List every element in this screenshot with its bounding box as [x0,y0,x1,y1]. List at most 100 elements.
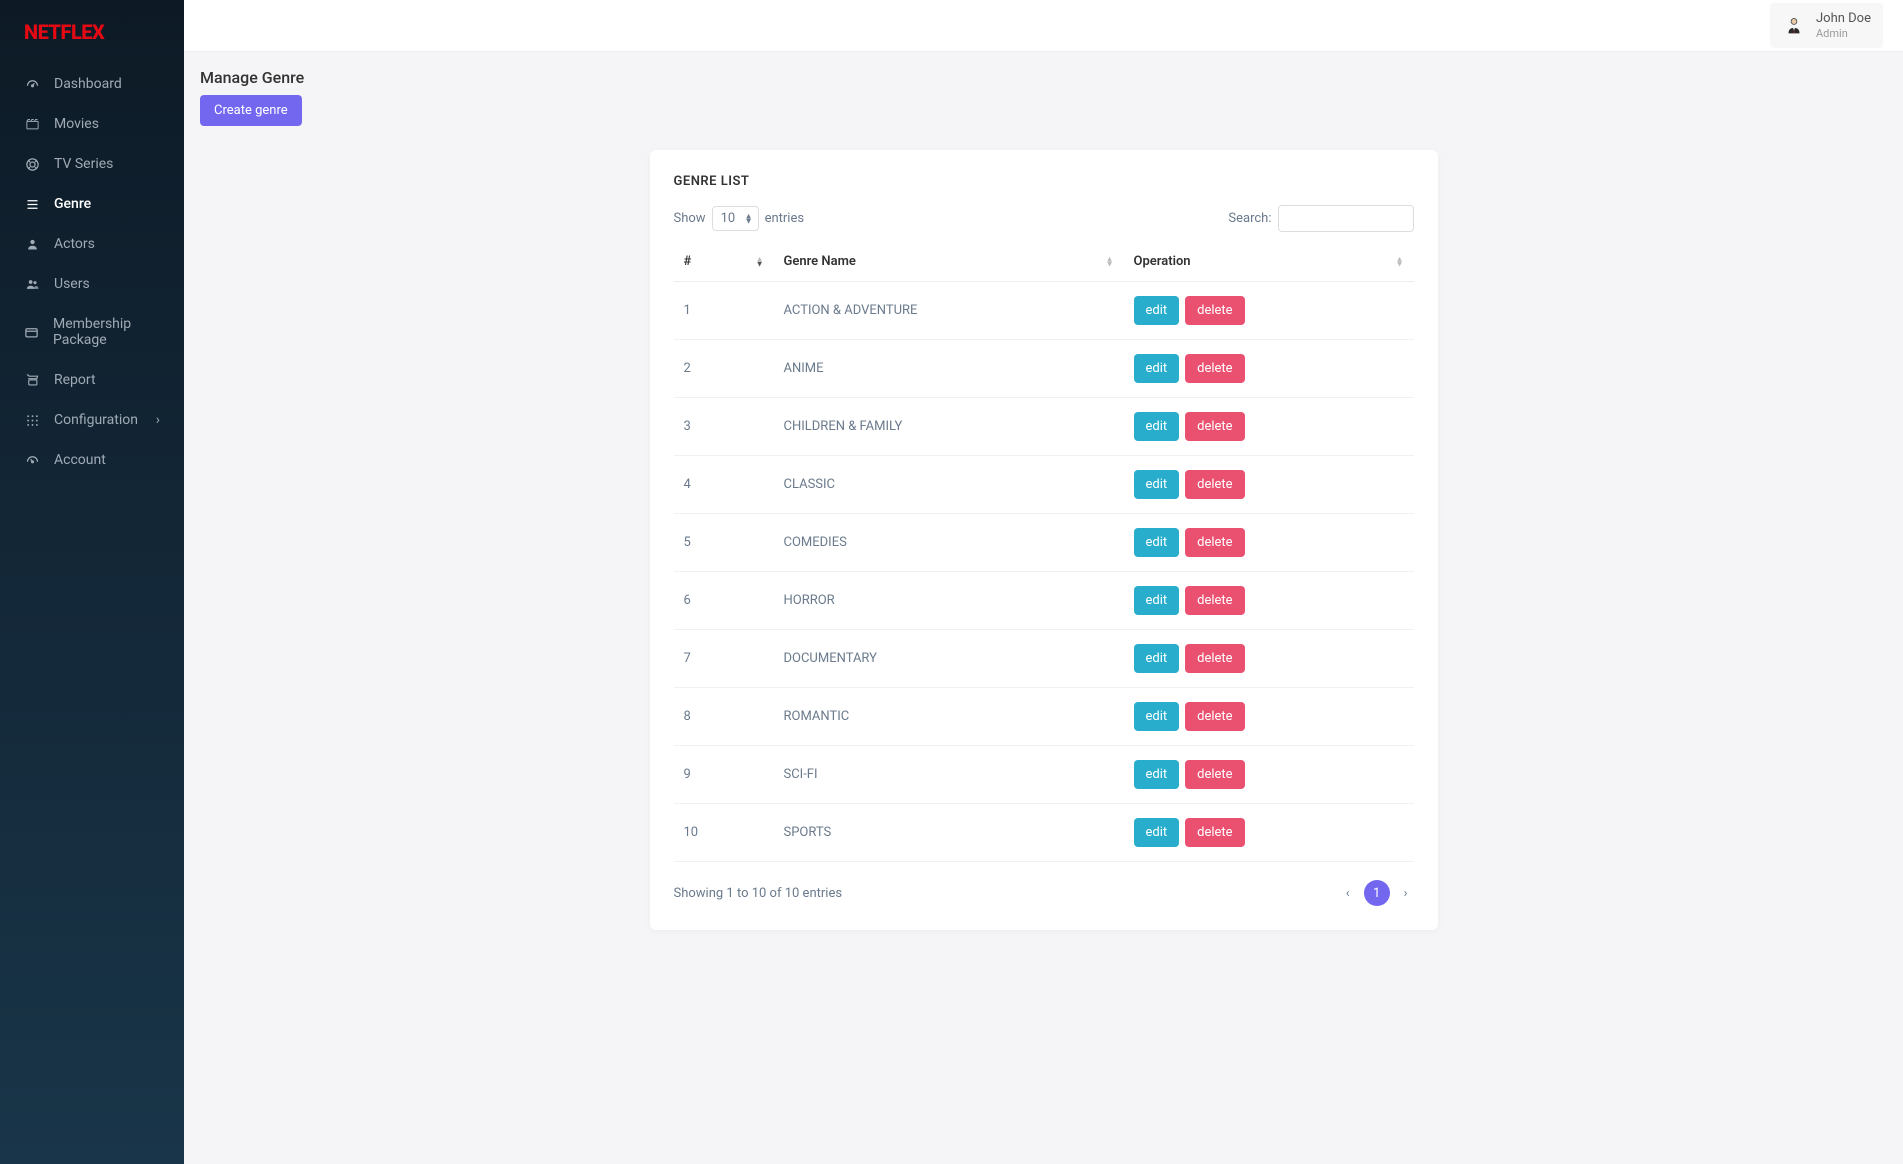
sidebar-item-dashboard[interactable]: Dashboard [0,64,184,104]
user-name: John Doe [1816,11,1871,27]
row-operation: editdelete [1124,514,1414,572]
row-operation: editdelete [1124,746,1414,804]
sidebar-item-label: Actors [54,236,95,252]
sidebar-item-configuration[interactable]: Configuration › [0,400,184,440]
sidebar-item-actors[interactable]: Actors [0,224,184,264]
row-genre-name: DOCUMENTARY [774,630,1124,688]
search-input[interactable] [1278,205,1414,232]
tvseries-icon [24,156,40,172]
content: Manage Genre Create genre GENRE LIST Sho… [184,52,1903,946]
delete-button[interactable]: delete [1185,818,1244,847]
column-header-operation[interactable]: Operation ▲▼ [1124,242,1414,282]
delete-button[interactable]: delete [1185,412,1244,441]
table-row: 4CLASSICeditdelete [674,456,1414,514]
delete-button[interactable]: delete [1185,760,1244,789]
actors-icon [24,236,40,252]
delete-button[interactable]: delete [1185,296,1244,325]
row-operation: editdelete [1124,688,1414,746]
sidebar-item-label: Report [54,372,96,388]
page-number-button[interactable]: 1 [1364,880,1390,906]
sort-icon: ▲▼ [756,256,764,267]
report-icon [24,372,40,388]
sidebar-item-users[interactable]: Users [0,264,184,304]
length-select[interactable]: 10 [712,206,759,231]
table-row: 7DOCUMENTARYeditdelete [674,630,1414,688]
next-page-button[interactable]: › [1398,886,1414,901]
sidebar: NETFLEX Dashboard MoviesTV SeriesGenre Act… [0,0,184,1164]
table-row: 8ROMANTICeditdelete [674,688,1414,746]
edit-button[interactable]: edit [1134,470,1180,499]
genre-icon [24,196,40,212]
sidebar-item-membership[interactable]: Membership Package [0,304,184,360]
dashboard-icon [24,76,40,92]
account-icon [24,452,40,468]
table-row: 3CHILDREN & FAMILYeditdelete [674,398,1414,456]
sidebar-item-label: Account [54,452,106,468]
genre-table: # ▲▼ Genre Name ▲▼ Operation ▲▼ [674,242,1414,862]
delete-button[interactable]: delete [1185,702,1244,731]
length-control: Show 10 ▲▼ entries [674,206,805,231]
row-number: 5 [674,514,774,572]
sort-icon: ▲▼ [1106,256,1114,267]
table-footer: Showing 1 to 10 of 10 entries ‹ 1 › [674,880,1414,906]
page-title: Manage Genre [200,68,1887,87]
edit-button[interactable]: edit [1134,702,1180,731]
row-operation: editdelete [1124,398,1414,456]
column-header-name[interactable]: Genre Name ▲▼ [774,242,1124,282]
row-genre-name: ACTION & ADVENTURE [774,282,1124,340]
edit-button[interactable]: edit [1134,760,1180,789]
sidebar-item-movies[interactable]: Movies [0,104,184,144]
user-info: John Doe Admin [1816,11,1871,40]
table-row: 6HORROReditdelete [674,572,1414,630]
row-number: 9 [674,746,774,804]
show-label: Show [674,211,706,226]
column-header-number[interactable]: # ▲▼ [674,242,774,282]
sidebar-item-account[interactable]: Account [0,440,184,480]
edit-button[interactable]: edit [1134,644,1180,673]
user-role: Admin [1816,27,1871,40]
user-menu[interactable]: John Doe Admin [1770,3,1883,48]
main: John Doe Admin Manage Genre Create genre… [184,0,1903,1164]
row-genre-name: SPORTS [774,804,1124,862]
row-number: 3 [674,398,774,456]
sidebar-item-label: Membership Package [53,316,160,348]
sidebar-item-label: Configuration [54,412,138,428]
sort-icon: ▲▼ [1396,256,1404,267]
create-genre-button[interactable]: Create genre [200,95,302,126]
table-row: 2ANIMEeditdelete [674,340,1414,398]
edit-button[interactable]: edit [1134,586,1180,615]
search-control: Search: [1228,205,1413,232]
edit-button[interactable]: edit [1134,528,1180,557]
row-genre-name: COMEDIES [774,514,1124,572]
sidebar-item-tvseries[interactable]: TV Series [0,144,184,184]
chevron-right-icon: › [156,412,160,428]
search-label: Search: [1228,211,1271,226]
row-genre-name: SCI-FI [774,746,1124,804]
sidebar-item-report[interactable]: Report [0,360,184,400]
table-info: Showing 1 to 10 of 10 entries [674,886,843,901]
logo-text: NETFLEX [24,20,104,44]
row-number: 1 [674,282,774,340]
sidebar-item-genre[interactable]: Genre [0,184,184,224]
movies-icon [24,116,40,132]
entries-label: entries [765,211,805,226]
row-genre-name: HORROR [774,572,1124,630]
sidebar-item-label: Dashboard [54,76,122,92]
prev-page-button[interactable]: ‹ [1340,886,1356,901]
delete-button[interactable]: delete [1185,644,1244,673]
edit-button[interactable]: edit [1134,412,1180,441]
delete-button[interactable]: delete [1185,354,1244,383]
table-row: 1ACTION & ADVENTURE editdelete [674,282,1414,340]
card-title: GENRE LIST [674,174,1414,189]
edit-button[interactable]: edit [1134,818,1180,847]
row-operation: editdelete [1124,804,1414,862]
table-controls: Show 10 ▲▼ entries Search: [674,205,1414,232]
edit-button[interactable]: edit [1134,296,1180,325]
row-genre-name: CLASSIC [774,456,1124,514]
delete-button[interactable]: delete [1185,470,1244,499]
row-operation: editdelete [1124,572,1414,630]
edit-button[interactable]: edit [1134,354,1180,383]
row-operation: editdelete [1124,456,1414,514]
delete-button[interactable]: delete [1185,528,1244,557]
delete-button[interactable]: delete [1185,586,1244,615]
